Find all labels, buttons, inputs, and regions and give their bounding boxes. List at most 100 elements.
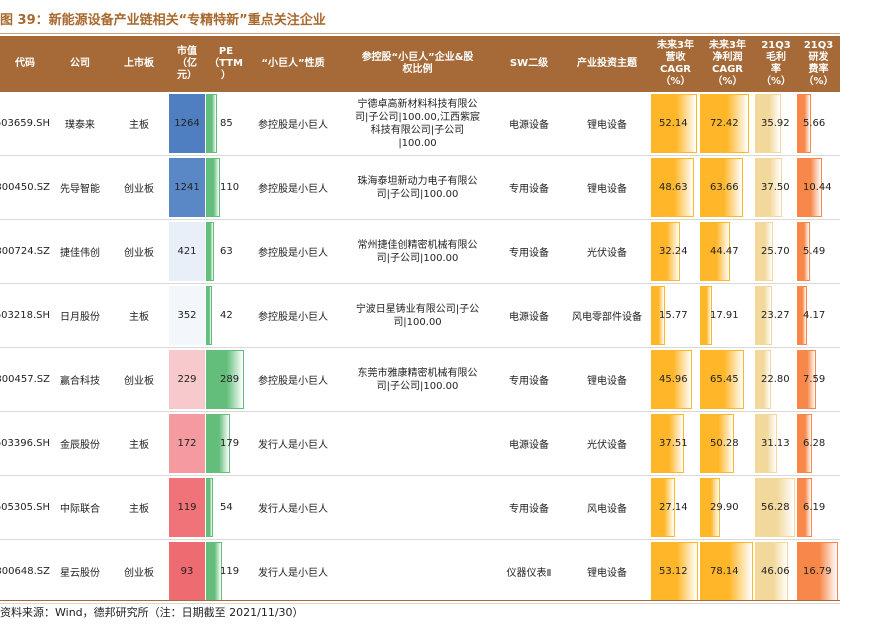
header-gross: 21Q3 毛利 率 （%） bbox=[760, 40, 792, 87]
pe-ttm-value: 85 bbox=[220, 118, 233, 129]
little-giant-nature: 参控股是小巨人 bbox=[258, 120, 328, 131]
stock-code: 300450.SZ bbox=[0, 156, 50, 219]
little-giant-nature: 参控股是小巨人 bbox=[258, 184, 328, 195]
table-row: 603659.SH 璞泰来 主板 1264 85 参控股是小巨人 宁德卓高新材料科技有限公 … bbox=[0, 92, 840, 156]
stock-code-text: 300457.SZ bbox=[0, 374, 50, 385]
gross-margin-value: 35.92 bbox=[761, 118, 790, 129]
gross-margin: 35.92 bbox=[755, 94, 797, 153]
gross-margin-value: 46.06 bbox=[761, 566, 790, 577]
header-np-cagr: 未来3年 净利润 CAGR （%） bbox=[709, 40, 746, 87]
gross-margin-value: 37.50 bbox=[761, 182, 790, 193]
net-profit-cagr: 65.45 bbox=[700, 350, 755, 409]
revenue-cagr: 52.14 bbox=[651, 94, 700, 153]
stock-code-text: 300450.SZ bbox=[0, 182, 50, 193]
holding-detail: 宁德卓高新材料科技有限公 司|子公司|100.00,江西紫宸 科技有限公司|子公… bbox=[355, 98, 480, 149]
net-profit-cagr: 29.90 bbox=[700, 478, 755, 537]
revenue-cagr: 32.24 bbox=[651, 222, 700, 281]
company-name: 日月股份 bbox=[60, 312, 100, 323]
revenue-cagr-value: 32.24 bbox=[659, 246, 688, 257]
net-profit-cagr-value: 50.28 bbox=[710, 438, 739, 449]
sw-level2: 专用设备 bbox=[509, 376, 549, 387]
rd-expense-ratio: 16.79 bbox=[797, 542, 840, 601]
pe-ttm-value: 289 bbox=[220, 374, 240, 385]
revenue-cagr: 48.63 bbox=[651, 158, 700, 217]
pe-ttm-value: 110 bbox=[220, 182, 240, 193]
table-row: 603396.SH 金辰股份 主板 172 179 发行人是小巨人 电源设备 光伏设备 37.5… bbox=[0, 412, 840, 476]
net-profit-cagr: 63.66 bbox=[700, 158, 755, 217]
table-row: 300648.SZ 星云股份 创业板 93 119 发行人是小巨人 仪器仪表Ⅱ 锂电设备 53.… bbox=[0, 540, 840, 604]
gross-margin: 25.70 bbox=[755, 222, 797, 281]
pe-ttm-bar bbox=[206, 478, 213, 537]
net-profit-cagr: 50.28 bbox=[700, 414, 755, 473]
investment-theme: 光伏设备 bbox=[587, 248, 627, 259]
company-name: 金辰股份 bbox=[60, 440, 100, 451]
company-name: 捷佳伟创 bbox=[60, 248, 100, 259]
sw-level2: 专用设备 bbox=[509, 504, 549, 515]
pe-ttm-bar bbox=[206, 222, 214, 281]
header-rd: 21Q3 研发 费率 （%） bbox=[803, 40, 834, 87]
holding-detail: 珠海泰坦新动力电子有限公 司|子公司|100.00 bbox=[357, 175, 478, 200]
revenue-cagr-value: 52.14 bbox=[659, 118, 688, 129]
listing-board: 创业板 bbox=[124, 376, 154, 387]
stock-code-text: 603396.SH bbox=[0, 438, 50, 449]
header-pe: PE （TTM ） bbox=[209, 46, 243, 81]
holding-detail: 宁波日星铸业有限公司|子公 司|100.00 bbox=[355, 303, 480, 328]
investment-theme: 锂电设备 bbox=[587, 184, 627, 195]
rd-expense-ratio-value: 6.19 bbox=[803, 502, 826, 513]
table-row: 605305.SH 中际联合 主板 119 54 发行人是小巨人 专用设备 风电设备 27.14… bbox=[0, 476, 840, 540]
gross-margin-value: 22.80 bbox=[761, 374, 790, 385]
listing-board: 创业板 bbox=[124, 184, 154, 195]
company-name: 赢合科技 bbox=[60, 376, 100, 387]
investment-theme: 风电零部件设备 bbox=[572, 312, 642, 323]
gross-margin-value: 23.27 bbox=[761, 310, 790, 321]
net-profit-cagr-value: 78.14 bbox=[710, 566, 739, 577]
investment-theme: 风电设备 bbox=[587, 504, 627, 515]
company-name: 先导智能 bbox=[60, 184, 100, 195]
investment-theme: 光伏设备 bbox=[587, 440, 627, 451]
pe-ttm-value: 63 bbox=[220, 246, 233, 257]
rd-expense-ratio-value: 6.28 bbox=[803, 438, 826, 449]
header-theme: 产业投资主题 bbox=[577, 58, 637, 69]
market-cap: 352 bbox=[169, 286, 205, 345]
holding-detail bbox=[340, 412, 495, 475]
listing-board: 主板 bbox=[129, 440, 149, 451]
investment-theme: 锂电设备 bbox=[587, 376, 627, 387]
gross-margin-value: 56.28 bbox=[761, 502, 790, 513]
revenue-cagr-value: 15.77 bbox=[659, 310, 688, 321]
stock-code-text: 605305.SH bbox=[0, 502, 50, 513]
pe-ttm-value: 179 bbox=[220, 438, 240, 449]
market-cap: 421 bbox=[169, 222, 205, 281]
market-cap: 172 bbox=[169, 414, 205, 473]
gross-margin: 22.80 bbox=[755, 350, 797, 409]
pe-ttm-bar bbox=[206, 158, 220, 217]
title-divider bbox=[0, 33, 840, 34]
little-giant-nature: 发行人是小巨人 bbox=[258, 440, 328, 451]
pe-ttm: 42 bbox=[206, 286, 246, 345]
rd-expense-ratio: 5.49 bbox=[797, 222, 840, 281]
pe-ttm-bar bbox=[206, 286, 212, 345]
rd-expense-ratio-value: 4.17 bbox=[803, 310, 826, 321]
revenue-cagr-value: 37.51 bbox=[659, 438, 688, 449]
listing-board: 创业板 bbox=[124, 248, 154, 259]
revenue-cagr-value: 53.12 bbox=[659, 566, 688, 577]
revenue-cagr: 15.77 bbox=[651, 286, 700, 345]
net-profit-cagr-value: 29.90 bbox=[710, 502, 739, 513]
gross-margin: 46.06 bbox=[755, 542, 797, 601]
stock-code: 300648.SZ bbox=[0, 540, 50, 603]
net-profit-cagr: 44.47 bbox=[700, 222, 755, 281]
pe-ttm-value: 42 bbox=[220, 310, 233, 321]
stock-code-text: 603659.SH bbox=[0, 118, 50, 129]
market-cap: 119 bbox=[169, 478, 205, 537]
investment-theme: 锂电设备 bbox=[587, 568, 627, 579]
gross-margin: 31.13 bbox=[755, 414, 797, 473]
rd-expense-ratio: 6.19 bbox=[797, 478, 840, 537]
revenue-cagr-value: 27.14 bbox=[659, 502, 688, 513]
stock-code: 605305.SH bbox=[0, 476, 50, 539]
rd-expense-ratio-value: 5.49 bbox=[803, 246, 826, 257]
table-row: 300724.SZ 捷佳伟创 创业板 421 63 参控股是小巨人 常州捷佳创精密机械有限公… bbox=[0, 220, 840, 284]
pe-ttm: 85 bbox=[206, 94, 246, 153]
table-row: 300457.SZ 赢合科技 创业板 229 289 参控股是小巨人 东莞市雅康精密机械有限… bbox=[0, 348, 840, 412]
rd-expense-ratio: 6.28 bbox=[797, 414, 840, 473]
pe-ttm-value: 54 bbox=[220, 502, 233, 513]
revenue-cagr-value: 45.96 bbox=[659, 374, 688, 385]
